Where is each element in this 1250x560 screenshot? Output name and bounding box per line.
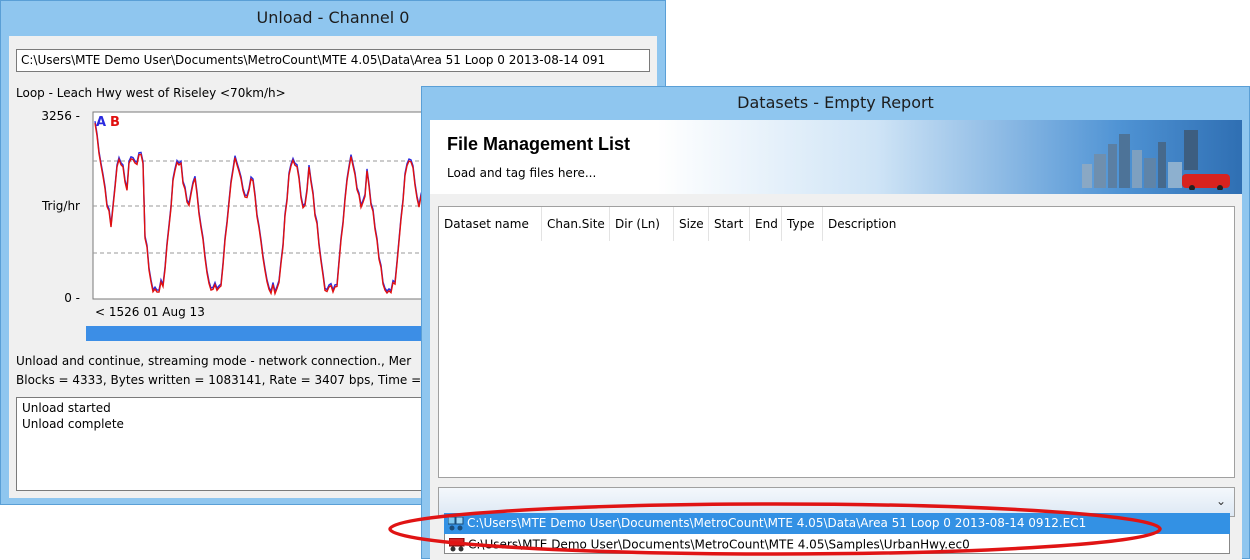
dataset-file-icon: [449, 537, 465, 551]
window-title: Unload - Channel 0: [256, 8, 410, 27]
column-header-size[interactable]: Size: [674, 207, 709, 241]
dropdown-item-label: C:\Users\MTE Demo User\Documents\MetroCo…: [468, 537, 970, 552]
y-axis-unit-label: Trig/hr: [41, 199, 80, 213]
dropdown-item[interactable]: C:\Users\MTE Demo User\Documents\MetroCo…: [444, 534, 1230, 554]
file-management-banner: File Management List Load and tag files …: [430, 120, 1242, 194]
datasets-client-area: File Management List Load and tag files …: [430, 120, 1242, 560]
column-header-description[interactable]: Description: [823, 207, 913, 241]
dataset-file-icon: [448, 516, 464, 530]
table-header: Dataset name Chan.Site Dir (Ln) Size Sta…: [439, 207, 913, 241]
column-header-dataset-name[interactable]: Dataset name: [439, 207, 542, 241]
banner-subheading: Load and tag files here...: [447, 166, 597, 180]
column-header-start[interactable]: Start: [709, 207, 750, 241]
status-line-stats: Blocks = 4333, Bytes written = 1083141, …: [16, 373, 422, 387]
banner-heading: File Management List: [447, 134, 631, 154]
chevron-down-icon[interactable]: ⌄: [1216, 494, 1226, 508]
column-header-chan-site[interactable]: Chan.Site: [542, 207, 610, 241]
city-skyline-icon: [1082, 130, 1230, 190]
window-title: Datasets - Empty Report: [737, 93, 934, 112]
file-path-field[interactable]: C:\Users\MTE Demo User\Documents\MetroCo…: [16, 49, 650, 72]
column-header-dir[interactable]: Dir (Ln): [610, 207, 674, 241]
legend-b: B: [110, 115, 120, 130]
dropdown-item-selected[interactable]: C:\Users\MTE Demo User\Documents\MetroCo…: [444, 513, 1230, 534]
dataset-table[interactable]: Dataset name Chan.Site Dir (Ln) Size Sta…: [438, 206, 1235, 478]
legend-a: A: [96, 115, 106, 130]
y-axis-max-label: 3256 -: [41, 110, 80, 123]
y-axis-min-label: 0 -: [64, 291, 80, 305]
column-header-type[interactable]: Type: [782, 207, 823, 241]
column-header-end[interactable]: End: [750, 207, 782, 241]
loop-description-label: Loop - Leach Hwy west of Riseley <70km/h…: [16, 86, 286, 100]
datasets-window: Datasets - Empty Report File Management …: [421, 86, 1250, 560]
status-line-mode: Unload and continue, streaming mode - ne…: [16, 354, 412, 368]
x-axis-start-label: < 1526 01 Aug 13: [95, 305, 205, 319]
dropdown-item-label: C:\Users\MTE Demo User\Documents\MetroCo…: [467, 516, 1087, 530]
